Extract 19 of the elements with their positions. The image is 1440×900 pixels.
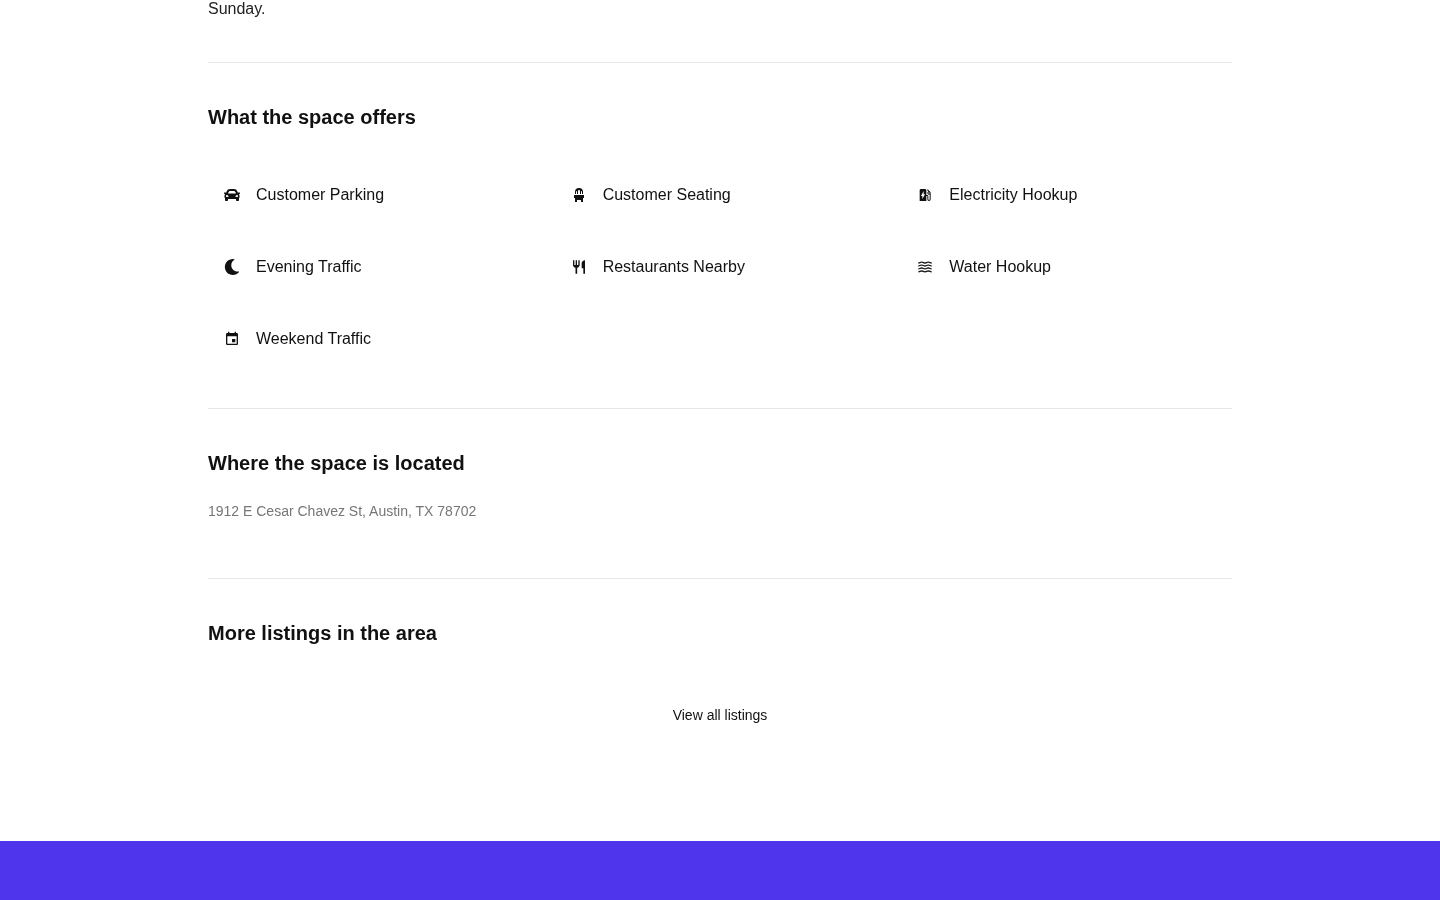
amenity-label: Electricity Hookup xyxy=(949,185,1078,205)
section-heading: What the space offers xyxy=(208,105,417,130)
section-heading: Where the space is located xyxy=(208,451,466,476)
moon-icon xyxy=(224,259,240,275)
description-text: Sunday. xyxy=(208,0,267,18)
address-text: 1912 E Cesar Chavez St, Austin, TX 78702 xyxy=(208,502,478,521)
amenity-label: Restaurants Nearby xyxy=(602,257,745,277)
amenity-label: Weekend Traffic xyxy=(256,329,372,349)
amenity-label: Evening Traffic xyxy=(256,257,362,277)
waves-icon xyxy=(917,259,934,275)
amenity-label: Customer Parking xyxy=(256,185,385,205)
calendar-icon xyxy=(224,331,240,347)
charging-station-icon xyxy=(917,187,934,203)
amenity-label: Water Hookup xyxy=(949,257,1051,277)
fork-knife-icon xyxy=(570,259,587,275)
section-heading: More listings in the area xyxy=(208,621,438,646)
amenity-label: Customer Seating xyxy=(602,185,731,205)
view-all-listings-link[interactable]: View all listings xyxy=(660,695,780,735)
car-icon xyxy=(224,187,240,203)
